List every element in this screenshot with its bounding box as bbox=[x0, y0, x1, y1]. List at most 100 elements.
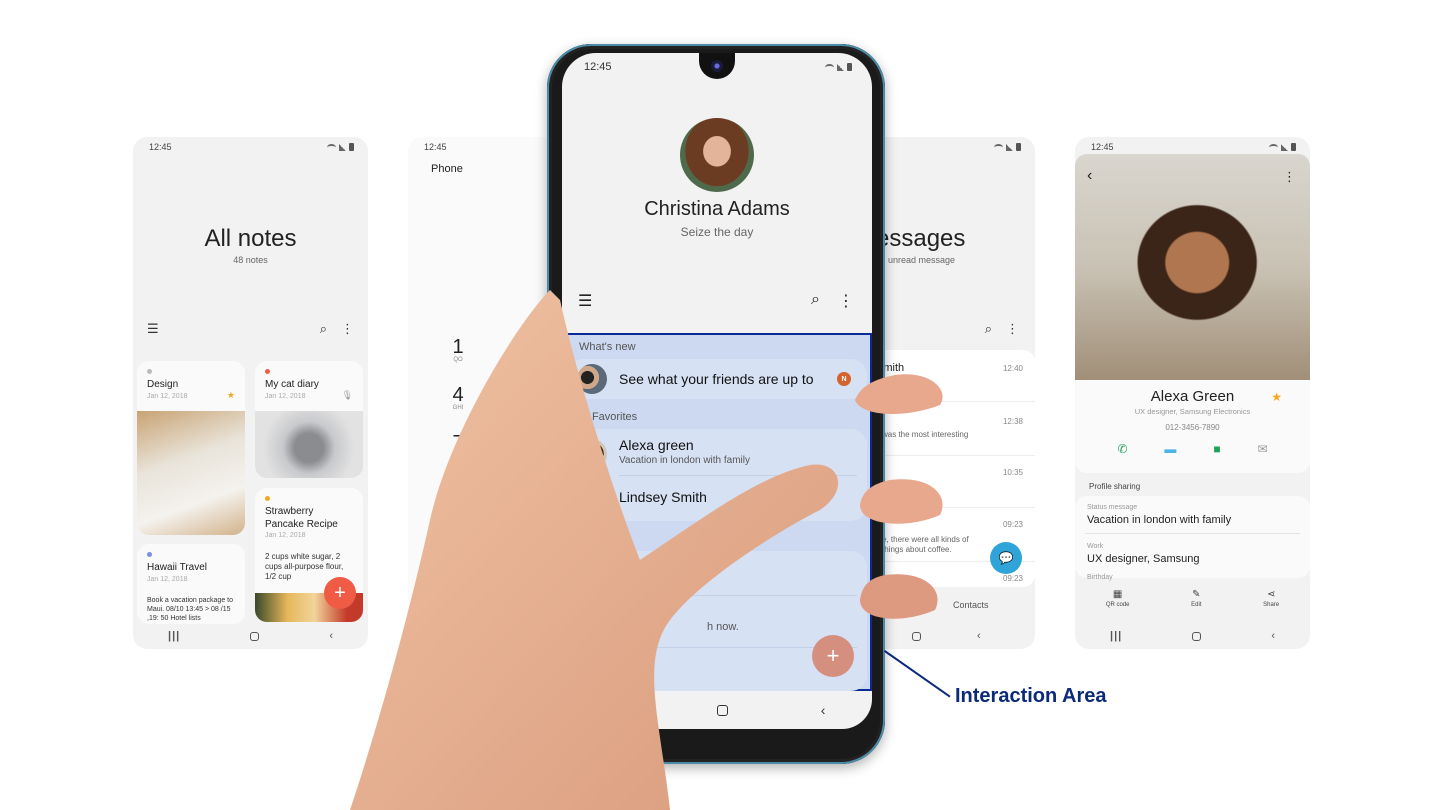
home-button[interactable] bbox=[1192, 631, 1202, 641]
contacts-app-screen: 12:45 Christina Adams Seize the day ☰ ⌕ ⋮… bbox=[562, 53, 872, 729]
note-color-dot bbox=[265, 496, 270, 501]
message-row[interactable]: 12:38 was the most interesting bbox=[880, 402, 1035, 456]
share-button[interactable]: ⋖ Share bbox=[1263, 589, 1279, 608]
note-date: Jan 12, 2018 bbox=[265, 532, 306, 539]
signal-icon bbox=[1006, 143, 1013, 151]
message-row[interactable]: 10:35 bbox=[880, 456, 1035, 508]
note-color-dot bbox=[147, 369, 152, 374]
battery-icon bbox=[847, 63, 852, 71]
video-call-icon[interactable]: ■ bbox=[1213, 442, 1220, 456]
tab-contacts[interactable]: Contacts bbox=[953, 600, 989, 610]
cat-image bbox=[255, 411, 363, 478]
divider bbox=[619, 595, 857, 596]
notes-title: All notes bbox=[204, 225, 297, 252]
note-card-design[interactable]: Design Jan 12, 2018 ★ bbox=[137, 361, 245, 535]
back-button[interactable]: ‹ bbox=[821, 702, 826, 718]
compose-message-button[interactable]: 💬 bbox=[990, 542, 1022, 574]
note-body: Book a vacation package to Maui. 08/10 1… bbox=[147, 597, 234, 622]
battery-icon bbox=[349, 143, 354, 151]
search-icon[interactable]: ⌕ bbox=[811, 291, 820, 311]
back-button[interactable]: ‹ bbox=[977, 630, 981, 642]
add-contact-button[interactable]: + bbox=[812, 635, 854, 677]
note-card-hawaii[interactable]: Hawaii Travel Jan 12, 2018 Book a vacati… bbox=[137, 544, 245, 624]
signal-icon bbox=[339, 143, 346, 151]
status-bar: 12:45 bbox=[149, 140, 354, 154]
qr-code-button[interactable]: ▦ QR code bbox=[1106, 589, 1130, 608]
contact-row-lindsey[interactable]: Lindsey Smith bbox=[567, 475, 867, 521]
wifi-icon bbox=[994, 143, 1003, 151]
note-color-dot bbox=[147, 552, 152, 557]
back-button[interactable]: ‹ bbox=[1271, 630, 1275, 642]
contact-avatar bbox=[577, 439, 607, 469]
signal-icon bbox=[1281, 143, 1288, 151]
whats-new-item[interactable]: See what your friends are up to N bbox=[567, 359, 867, 399]
wifi-icon bbox=[1269, 143, 1278, 151]
note-date: Jan 12, 2018 bbox=[147, 393, 188, 400]
note-title: My cat diary bbox=[265, 379, 319, 390]
edit-button[interactable]: ✎ Edit bbox=[1191, 589, 1201, 608]
status-message-value: Vacation in london with family bbox=[1087, 514, 1232, 526]
home-button[interactable] bbox=[912, 631, 921, 641]
profile-sharing-label: Profile sharing bbox=[1089, 482, 1141, 491]
favorites-list: Alexa green Vacation in london with fami… bbox=[567, 429, 867, 521]
favorite-star-icon[interactable]: ★ bbox=[1271, 390, 1282, 404]
contact-title: UX designer, Samsung Electronics bbox=[1134, 407, 1251, 416]
profile-info-card: Status message Vacation in london with f… bbox=[1075, 496, 1310, 581]
contact-photo bbox=[1075, 154, 1310, 380]
back-icon[interactable]: ‹ bbox=[1087, 167, 1092, 185]
menu-icon[interactable]: ☰ bbox=[147, 321, 159, 337]
status-time: 12:45 bbox=[149, 142, 172, 152]
star-icon: ★ bbox=[579, 411, 589, 423]
more-options-icon[interactable]: ⋮ bbox=[1006, 321, 1019, 337]
note-date: Jan 12, 2018 bbox=[147, 576, 188, 583]
wifi-icon bbox=[327, 143, 336, 151]
new-badge: N bbox=[837, 372, 851, 386]
contact-avatar bbox=[577, 483, 607, 513]
design-image bbox=[137, 411, 245, 535]
note-title: Strawberry Pancake Recipe bbox=[265, 506, 338, 530]
dial-key-7[interactable]: 7 PQ bbox=[448, 433, 468, 459]
contact-row-alexa[interactable]: Alexa green Vacation in london with fami… bbox=[567, 429, 867, 475]
note-color-dot bbox=[265, 369, 270, 374]
contact-name[interactable]: Ac bbox=[619, 563, 635, 579]
note-card-cat-diary[interactable]: My cat diary Jan 12, 2018 🎙 bbox=[255, 361, 363, 478]
call-icon[interactable]: ✆ bbox=[1117, 442, 1127, 456]
profile-status: Seize the day bbox=[680, 225, 754, 239]
search-icon[interactable]: ⌕ bbox=[320, 321, 327, 337]
add-note-button[interactable]: + bbox=[324, 577, 356, 609]
notes-screen: 12:45 All notes 48 notes ☰ ⌕ ⋮ Design Jan… bbox=[133, 137, 368, 649]
dial-key-4[interactable]: 4 GHI bbox=[448, 385, 468, 411]
home-button[interactable] bbox=[250, 631, 260, 641]
profile-avatar[interactable] bbox=[680, 118, 754, 192]
message-icon[interactable]: ▬ bbox=[1164, 442, 1176, 456]
search-icon[interactable]: ⌕ bbox=[985, 321, 992, 337]
notes-count: 48 notes bbox=[233, 255, 268, 265]
more-options-icon[interactable]: ⋮ bbox=[1283, 169, 1296, 185]
email-icon[interactable]: ✉ bbox=[1257, 442, 1267, 456]
back-button[interactable]: ‹ bbox=[329, 630, 333, 642]
interaction-area-highlight: What's new See what your friends are up … bbox=[562, 333, 872, 691]
battery-icon bbox=[1291, 143, 1296, 151]
profile-name: Christina Adams bbox=[644, 198, 790, 220]
note-title: Design bbox=[147, 379, 179, 390]
dial-key-1[interactable]: 1 QO bbox=[448, 337, 468, 363]
microphone-icon: 🎙 bbox=[341, 390, 353, 400]
more-options-icon[interactable]: ⋮ bbox=[838, 291, 854, 311]
messages-screen: essages unread message ⌕ ⋮ Smith 12:40 12… bbox=[880, 137, 1035, 649]
menu-icon[interactable]: ☰ bbox=[578, 291, 592, 311]
favorites-header: ★ Favorites bbox=[579, 411, 638, 423]
signal-icon bbox=[837, 63, 844, 71]
callout-line bbox=[883, 650, 951, 698]
home-button[interactable] bbox=[716, 704, 728, 716]
status-bar: 12:45 bbox=[584, 61, 852, 73]
message-row[interactable]: Smith 12:40 bbox=[880, 350, 1035, 402]
interaction-area-label: Interaction Area bbox=[955, 685, 1107, 707]
qr-code-icon: ▦ bbox=[1112, 589, 1123, 600]
whats-new-header: What's new bbox=[579, 341, 636, 353]
share-icon: ⋖ bbox=[1266, 589, 1276, 600]
recent-apps-button[interactable]: ||| bbox=[168, 630, 180, 642]
messages-title: essages bbox=[880, 225, 966, 252]
recent-apps-button[interactable]: ||| bbox=[1110, 630, 1122, 642]
work-value: UX designer, Samsung bbox=[1087, 553, 1200, 565]
more-options-icon[interactable]: ⋮ bbox=[341, 321, 354, 337]
